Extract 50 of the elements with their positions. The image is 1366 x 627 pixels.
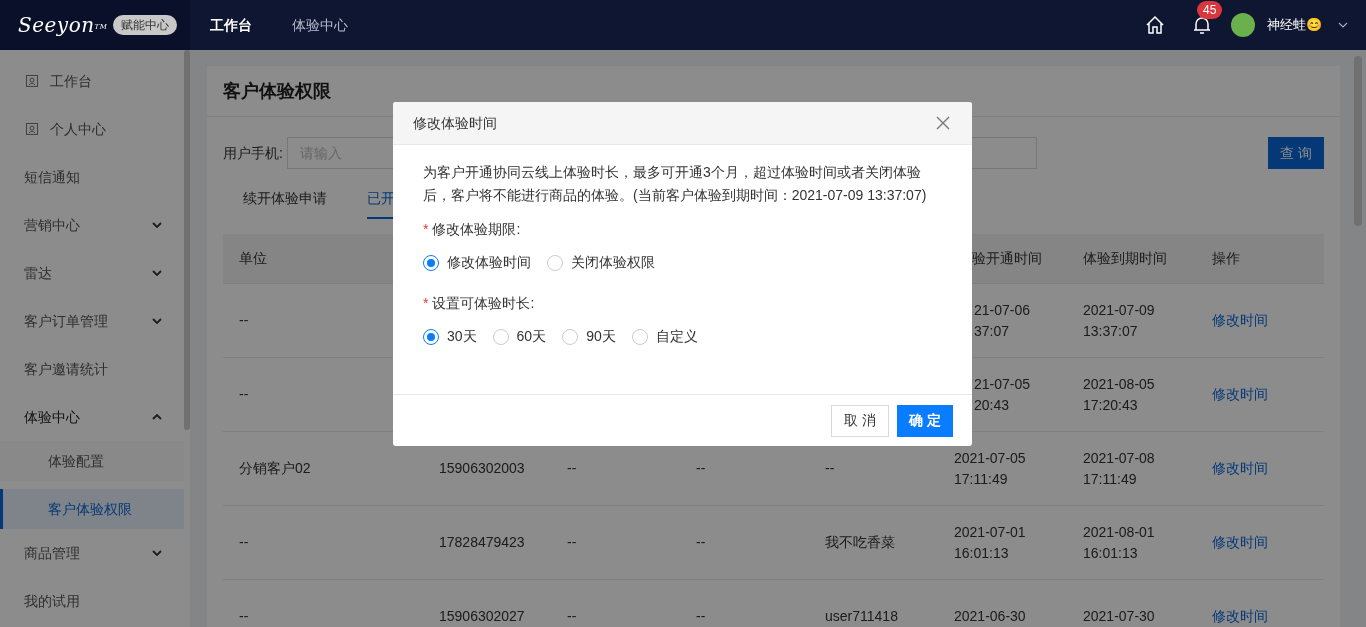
table-cell-text: --	[239, 533, 249, 552]
table-cell-text: 37:07	[974, 321, 1010, 341]
table-cell-text: 16:01:13	[954, 543, 1009, 563]
table-cell-text: 16:01:13	[1083, 543, 1138, 563]
column-header: 验开通时间	[972, 250, 1042, 266]
table-cell-text: 15906302027	[439, 607, 525, 626]
table-cell-text: --	[567, 459, 577, 478]
table-cell-text: 17:11:49	[954, 469, 1008, 489]
table-cell-text: 17:20:43	[1083, 395, 1138, 415]
table-cell-text: 2021-07-30	[1083, 607, 1155, 626]
table-cell-text: --	[239, 311, 249, 330]
table-cell-text: 13:37:07	[1083, 321, 1138, 341]
table-cell-text: --	[696, 607, 706, 626]
table-cell-text: --	[239, 385, 249, 404]
table-cell-text: 17828479423	[439, 533, 525, 552]
dialog-description: 为客户开通协同云线上体验时长，最多可开通3个月，超过体验时间或者关闭体验后，客户将不能进行商品的体验。(当前客户体验到期时间：2021-07-09 13:37:07)	[423, 163, 928, 205]
table-cell-text: 21-07-05	[974, 374, 1031, 394]
table-cell-text: 分销客户02	[239, 459, 311, 478]
page-title: 客户体验权限	[223, 79, 331, 103]
table-cell-text: 2021-07-01	[954, 522, 1026, 542]
table-cell-text: 20:43	[974, 395, 1010, 415]
table-cell-text: 2021-07-08	[1083, 448, 1155, 468]
field-label: 修改体验期限:	[432, 220, 521, 239]
table-cell-text: --	[825, 459, 835, 478]
table-cell-text: 我不吃香菜	[825, 533, 895, 552]
logo: Seeyon$^{TM}$	[18, 12, 108, 39]
column-header: 单位	[239, 250, 267, 266]
required-mark: *	[423, 220, 429, 239]
dialog-title: 修改体验时间	[413, 113, 497, 133]
table-cell-text: user711418	[825, 607, 898, 626]
field-label: 设置可体验时长:	[432, 294, 535, 313]
table-cell-text: --	[567, 533, 577, 552]
table-cell-text: --	[567, 607, 577, 626]
required-mark: *	[423, 294, 429, 313]
table-cell-text: 2021-07-09	[1083, 300, 1155, 320]
logo-badge: 赋能中心	[113, 15, 178, 35]
column-header: 体验到期时间	[1083, 250, 1167, 266]
column-header: 操作	[1212, 250, 1240, 266]
table-cell-text: 2021-06-30	[954, 607, 1026, 626]
table-cell-text: 2021-07-05	[954, 448, 1026, 468]
table-cell-text: 21-07-06	[974, 300, 1031, 320]
filter-label: 用户手机:	[223, 143, 283, 163]
table-cell-text: 17:11:49	[1083, 469, 1137, 489]
table-cell-text: --	[696, 459, 706, 478]
table-cell-text: --	[239, 607, 249, 626]
table-cell-text: 2021-08-01	[1083, 522, 1155, 542]
notification-badge: 45	[1197, 1, 1223, 19]
table-cell-text: 15906302003	[439, 459, 525, 478]
table-cell-text: --	[696, 533, 706, 552]
table-cell-text: 2021-08-05	[1083, 374, 1155, 394]
